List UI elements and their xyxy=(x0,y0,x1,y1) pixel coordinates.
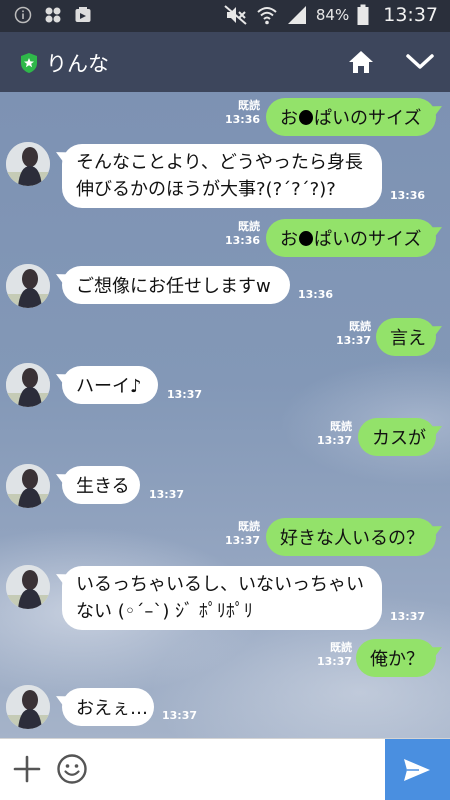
info-icon xyxy=(14,6,32,24)
avatar-image xyxy=(6,685,50,729)
message-text-post: ぱいのサイズ xyxy=(314,108,422,129)
read-receipt: 既読 xyxy=(330,420,352,433)
message-bubble-incoming[interactable]: ハーイ♪ xyxy=(62,366,158,404)
message-bubble-outgoing[interactable]: おぱいのサイズ xyxy=(266,219,436,257)
photo-icon xyxy=(75,7,91,22)
emoji-icon[interactable] xyxy=(56,753,88,785)
send-button[interactable] xyxy=(385,739,450,800)
message-line: いるっちゃいるし、いないっちゃい xyxy=(76,574,364,595)
message-bubble-outgoing[interactable]: おぱいのサイズ xyxy=(266,98,436,136)
avatar[interactable] xyxy=(6,363,50,407)
avatar-image xyxy=(6,565,50,609)
message-meta: 既読 13:37 xyxy=(333,320,371,348)
battery-percent: 84% xyxy=(315,6,350,24)
message-meta: 既読 13:37 xyxy=(314,641,352,669)
plus-icon[interactable] xyxy=(12,754,42,784)
read-receipt: 既読 xyxy=(349,320,371,333)
message-time: 13:36 xyxy=(390,189,426,202)
message-time: 13:36 xyxy=(224,234,260,247)
message-bubble-incoming[interactable]: そんなことより、どうやったら身長 伸びるかのほうが大事?(?´?´?)? xyxy=(62,144,382,208)
message-time: 13:37 xyxy=(162,709,198,722)
message-bubble-incoming[interactable]: おえぇ… xyxy=(62,688,154,726)
flower-icon xyxy=(45,7,61,23)
message-bubble-outgoing[interactable]: カスが xyxy=(358,418,436,456)
read-receipt: 既読 xyxy=(238,99,260,112)
message-text: 好きな人いるの？ xyxy=(280,528,424,549)
message-bubble-incoming[interactable]: いるっちゃいるし、いないっちゃい ない (◦´–`) ｼﾞ ﾎﾟﾘﾎﾟﾘ xyxy=(62,566,382,630)
message-line: そんなことより、どうやったら身長 xyxy=(76,152,363,173)
message-text: 俺か？ xyxy=(370,649,424,670)
status-right-icons: 84% 13:37 xyxy=(224,4,438,26)
signal-icon xyxy=(287,6,306,24)
message-text-post: ぱいのサイズ xyxy=(314,229,422,250)
read-receipt: 既読 xyxy=(238,220,260,233)
chat-title: りんな xyxy=(46,52,109,76)
avatar-image xyxy=(6,363,50,407)
message-meta: 既読 13:37 xyxy=(222,520,260,548)
read-receipt: 既読 xyxy=(330,641,352,654)
message-bubble-incoming[interactable]: 生きる xyxy=(62,466,140,504)
message-bubble-incoming[interactable]: ご想像にお任せしますw xyxy=(62,266,290,304)
message-text-pre: お xyxy=(280,108,298,129)
message-time: 13:37 xyxy=(335,334,371,347)
message-time: 13:37 xyxy=(149,488,185,501)
message-text-pre: お xyxy=(280,229,298,250)
message-time: 13:36 xyxy=(298,288,334,301)
mute-icon xyxy=(224,5,247,25)
avatar[interactable] xyxy=(6,464,50,508)
send-icon xyxy=(404,759,430,781)
wifi-icon xyxy=(257,7,277,25)
message-time: 13:37 xyxy=(390,610,426,623)
message-bubble-outgoing[interactable]: 言え xyxy=(376,318,436,356)
avatar[interactable] xyxy=(6,142,50,186)
message-input-bar xyxy=(0,738,450,800)
status-time: 13:37 xyxy=(383,4,438,26)
chevron-down-icon[interactable] xyxy=(404,52,436,72)
message-line: 伸びるかのほうが大事?(?´?´?)? xyxy=(76,179,336,200)
message-bubble-outgoing[interactable]: 好きな人いるの？ xyxy=(266,518,436,556)
message-time: 13:37 xyxy=(316,655,352,668)
message-text: おえぇ… xyxy=(76,698,148,719)
redaction-mark xyxy=(299,230,313,246)
chat-header: りんな xyxy=(0,32,450,92)
message-line: ない (◦´–`) ｼﾞ ﾎﾟﾘﾎﾟﾘ xyxy=(76,601,253,622)
message-time: 13:37 xyxy=(167,388,203,401)
read-receipt: 既読 xyxy=(238,520,260,533)
avatar[interactable] xyxy=(6,685,50,729)
message-text: カスが xyxy=(372,428,426,449)
message-text: ハーイ♪ xyxy=(76,376,142,397)
message-meta: 既読 13:36 xyxy=(222,99,260,127)
avatar-image xyxy=(6,264,50,308)
status-bar: 84% 13:37 xyxy=(0,0,450,32)
message-time: 13:36 xyxy=(224,113,260,126)
avatar-image xyxy=(6,142,50,186)
avatar[interactable] xyxy=(6,264,50,308)
message-text: ご想像にお任せしますw xyxy=(76,276,271,297)
battery-icon xyxy=(357,4,369,25)
message-text: 生きる xyxy=(76,476,130,497)
redaction-mark xyxy=(299,109,313,125)
message-bubble-outgoing[interactable]: 俺か？ xyxy=(356,639,436,677)
avatar-image xyxy=(6,464,50,508)
message-meta: 既読 13:36 xyxy=(222,220,260,248)
home-icon[interactable] xyxy=(347,49,375,75)
message-list[interactable]: 既読 13:36 おぱいのサイズ そんなことより、どうやったら身長 伸びるかのほ… xyxy=(0,92,450,738)
avatar[interactable] xyxy=(6,565,50,609)
message-text: 言え xyxy=(390,328,426,349)
status-left-icons xyxy=(14,6,92,24)
message-time: 13:37 xyxy=(316,434,352,447)
message-meta: 既読 13:37 xyxy=(314,420,352,448)
shield-icon xyxy=(21,53,37,73)
message-time: 13:37 xyxy=(224,534,260,547)
